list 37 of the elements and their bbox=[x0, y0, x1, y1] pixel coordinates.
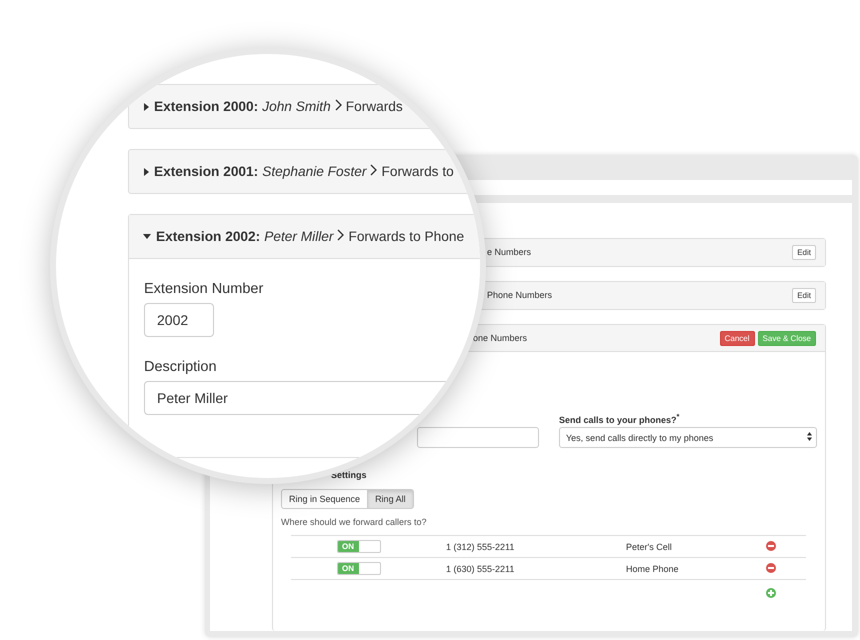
ring-mode-button[interactable]: Ring in Sequence bbox=[281, 489, 368, 509]
chevron-icon bbox=[334, 99, 342, 111]
extension-label[interactable]: Extension 2001: bbox=[154, 164, 258, 179]
input-field[interactable]: 2002 bbox=[144, 303, 214, 337]
input-field[interactable] bbox=[417, 427, 539, 448]
extension-name: Stephanie Foster bbox=[262, 164, 366, 179]
extension-label[interactable]: Extension 2002: bbox=[156, 229, 260, 244]
remove-icon[interactable] bbox=[766, 540, 776, 550]
phone-name: Peter's Cell bbox=[626, 542, 673, 552]
remove-icon[interactable] bbox=[766, 562, 776, 572]
field-label: Extension Number bbox=[144, 281, 264, 297]
field-label: Description bbox=[144, 359, 218, 375]
select-field[interactable]: Yes, send calls directly to my phones bbox=[559, 427, 817, 448]
cancel-button[interactable]: Cancel bbox=[720, 330, 755, 346]
forward-destination: Forwards to Phone bbox=[348, 229, 464, 244]
extension-label[interactable]: Extension 2000: bbox=[154, 99, 258, 114]
forward-destination: Forwards bbox=[346, 99, 403, 114]
chevron-icon bbox=[370, 164, 378, 176]
extension-name: Peter Miller bbox=[264, 229, 334, 244]
edit-button[interactable]: Edit bbox=[792, 244, 816, 260]
chevron-icon bbox=[337, 229, 344, 241]
panel-title[interactable]: one Numbers bbox=[473, 333, 717, 343]
phone-number: 1 (312) 555-2211 bbox=[446, 542, 516, 552]
panel-title[interactable]: Phone Numbers bbox=[487, 290, 790, 300]
ring-mode-button[interactable]: Ring All bbox=[367, 489, 414, 509]
prompt-text: Where should we forward callers to? bbox=[281, 517, 428, 527]
panel-title[interactable]: e Numbers bbox=[487, 247, 790, 257]
caret-icon[interactable] bbox=[143, 233, 151, 241]
extension-name: John Smith bbox=[262, 99, 331, 114]
phone-name: Home Phone bbox=[626, 564, 680, 574]
edit-button[interactable]: Edit bbox=[792, 288, 816, 302]
caret-icon[interactable] bbox=[143, 168, 149, 176]
caret-icon[interactable] bbox=[143, 103, 149, 111]
forward-destination: Forwards to bbox=[381, 164, 454, 179]
updown-arrows-icon[interactable] bbox=[807, 432, 812, 441]
field-label: Send calls to your phones?$^{*}$ bbox=[559, 412, 680, 424]
phone-number: 1 (630) 555-2211 bbox=[446, 564, 516, 574]
